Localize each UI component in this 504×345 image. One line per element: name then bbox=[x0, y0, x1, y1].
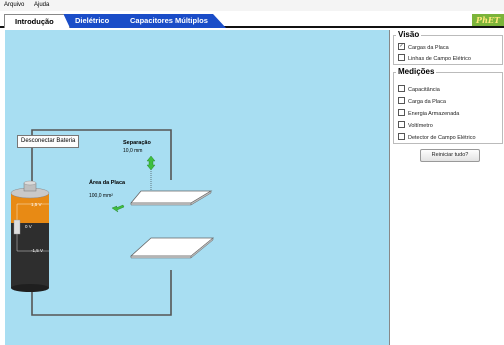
plate-area-drag-arrow[interactable] bbox=[111, 204, 125, 213]
checkbox-icon bbox=[398, 121, 405, 129]
battery-voltage-top: 1,5 V bbox=[31, 202, 42, 207]
battery-voltage-mid: 0 V bbox=[25, 224, 32, 229]
battery[interactable] bbox=[10, 180, 50, 292]
checkbox-field-lines[interactable]: Linhas de Campo Elétrico bbox=[398, 54, 471, 63]
checkbox-stored-energy[interactable]: Energia Armazenada bbox=[398, 109, 460, 118]
top-plate[interactable] bbox=[130, 190, 213, 206]
control-panel: Visão ✓ Cargas da Placa Linhas de Campo E… bbox=[389, 30, 504, 345]
checkbox-icon bbox=[398, 54, 405, 62]
checkbox-plate-charges[interactable]: ✓ Cargas da Placa bbox=[398, 43, 449, 52]
simulation-play-area: Desconectar Bateria Separação 10,0 mm Ár… bbox=[5, 30, 389, 345]
menu-bar: Arquivo Ajuda bbox=[0, 0, 504, 11]
tab-label: Dielétrico bbox=[75, 16, 110, 25]
checkbox-label: Cargas da Placa bbox=[408, 45, 449, 51]
plate-area-label: Área da Placa bbox=[89, 180, 126, 186]
tab-capacitores-multiplos[interactable]: Capacitores Múltiplos bbox=[118, 14, 226, 28]
tab-label: Capacitores Múltiplos bbox=[130, 16, 208, 25]
checkbox-icon bbox=[398, 109, 405, 117]
checkbox-checked-icon: ✓ bbox=[398, 43, 405, 51]
checkbox-label: Capacitância bbox=[408, 87, 440, 93]
measurements-title: Medições bbox=[396, 67, 437, 76]
tab-label: Introdução bbox=[15, 17, 54, 26]
checkbox-label: Carga da Placa bbox=[408, 99, 446, 105]
measurements-group: Medições Capacitância Carga da Placa Ene… bbox=[393, 67, 503, 144]
tab-introducao[interactable]: Introdução bbox=[4, 14, 70, 28]
circuit-canvas bbox=[10, 129, 215, 316]
reset-all-button[interactable]: Reiniciar tudo? bbox=[420, 149, 480, 162]
separation-label: Separação bbox=[123, 140, 151, 146]
checkbox-label: Linhas de Campo Elétrico bbox=[408, 56, 471, 62]
checkbox-voltmeter[interactable]: Voltímetro bbox=[398, 121, 433, 130]
battery-slider[interactable] bbox=[13, 219, 21, 235]
tab-bar: Dielétrico Capacitores Múltiplos Introdu… bbox=[0, 11, 504, 28]
checkbox-icon bbox=[398, 85, 405, 93]
checkbox-capacitance[interactable]: Capacitância bbox=[398, 85, 440, 94]
separation-drag-arrow[interactable] bbox=[146, 155, 156, 171]
checkbox-plate-charge[interactable]: Carga da Placa bbox=[398, 97, 446, 106]
menu-help[interactable]: Ajuda bbox=[34, 2, 49, 8]
view-title: Visão bbox=[396, 30, 422, 39]
view-group: Visão ✓ Cargas da Placa Linhas de Campo E… bbox=[393, 30, 503, 65]
bottom-plate bbox=[129, 237, 215, 259]
plate-area-value: 100,0 mm² bbox=[89, 193, 113, 199]
battery-voltage-bottom: -1,5 V bbox=[31, 248, 44, 253]
checkbox-icon bbox=[398, 97, 405, 105]
checkbox-label: Detector de Campo Elétrico bbox=[408, 135, 476, 141]
checkbox-label: Voltímetro bbox=[408, 123, 433, 129]
separation-value: 10,0 mm bbox=[123, 148, 143, 154]
checkbox-label: Energia Armazenada bbox=[408, 111, 460, 117]
disconnect-battery-button[interactable]: Desconectar Bateria bbox=[17, 135, 80, 148]
phet-logo: PhET bbox=[472, 14, 504, 26]
checkbox-field-detector[interactable]: Detector de Campo Elétrico bbox=[398, 133, 476, 142]
checkbox-icon bbox=[398, 133, 405, 141]
menu-file[interactable]: Arquivo bbox=[4, 2, 24, 8]
